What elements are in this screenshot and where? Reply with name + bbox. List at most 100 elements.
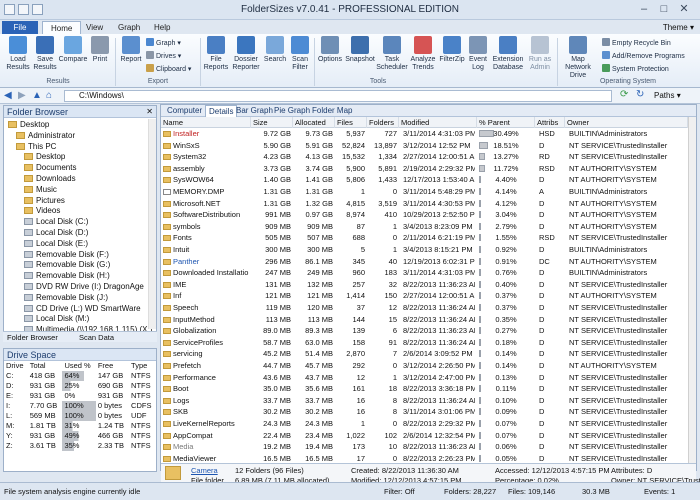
tree-item[interactable]: Administrator bbox=[16, 131, 75, 141]
table-row[interactable]: AppCompat 22.4 MB 23.4 MB 1,022 102 2/6/2014 … bbox=[161, 430, 696, 442]
compare-button[interactable]: Compare bbox=[58, 36, 88, 64]
table-row[interactable]: Inf 121 MB 121 MB 1,414 150 2/27/2014 12:00:5… bbox=[161, 290, 696, 302]
status-events[interactable]: Events: 1 bbox=[644, 487, 675, 496]
drive-row[interactable]: Z: 3.61 TB 35% 2.33 TB NTFS bbox=[4, 441, 156, 451]
tree-scrollbar[interactable] bbox=[148, 119, 156, 329]
tab-folder-browser[interactable]: Folder Browser bbox=[7, 332, 58, 343]
table-row[interactable]: Microsoft.NET 1.31 GB 1.32 GB 4,815 3,519 3/1… bbox=[161, 198, 696, 210]
snapshot-button[interactable]: Snapshot bbox=[344, 36, 376, 64]
drive-row[interactable]: Y: 931 GB 49% 466 GB NTFS bbox=[4, 431, 156, 441]
print-button[interactable]: Print bbox=[88, 36, 112, 64]
tree-item[interactable]: Local Disk (E:) bbox=[24, 239, 88, 249]
table-row[interactable]: Panther 296 MB 86.1 MB 345 40 12/19/2013 6:02… bbox=[161, 256, 696, 268]
col-type[interactable]: Type bbox=[129, 361, 156, 371]
tree-item[interactable]: Desktop bbox=[24, 152, 65, 162]
back-icon[interactable]: ◀ bbox=[4, 90, 12, 101]
col-name[interactable]: Name bbox=[161, 117, 251, 128]
home-icon[interactable]: ⌂ bbox=[46, 90, 52, 101]
tree-item[interactable]: Documents bbox=[24, 163, 76, 173]
tab-computer[interactable]: Computer bbox=[164, 105, 205, 117]
save-results-button[interactable]: Save Results bbox=[32, 36, 58, 72]
col-folders[interactable]: Folders bbox=[367, 117, 399, 128]
table-row[interactable]: MediaViewer 16.5 MB 16.5 MB 17 0 8/22/2013 2:… bbox=[161, 453, 696, 463]
tree-item[interactable]: Removable Disk (G:) bbox=[24, 260, 110, 270]
tab-folder-map[interactable]: Folder Map bbox=[309, 105, 355, 117]
search-button[interactable]: Search bbox=[262, 36, 288, 64]
table-row[interactable]: ServiceProfiles 58.7 MB 63.0 MB 158 91 8/22/2… bbox=[161, 337, 696, 349]
maximize-icon[interactable]: □ bbox=[657, 2, 671, 16]
col-attribs[interactable]: Attribs bbox=[535, 117, 565, 128]
task-scheduler-button[interactable]: Task Scheduler bbox=[376, 36, 408, 72]
col-files[interactable]: Files bbox=[335, 117, 367, 128]
table-row[interactable]: InputMethod 113 MB 113 MB 144 15 8/22/2013 11… bbox=[161, 314, 696, 326]
analyze-trends-button[interactable]: Analyze Trends bbox=[408, 36, 438, 72]
event-log-button[interactable]: Event Log bbox=[466, 36, 490, 72]
table-row[interactable]: WinSxS 5.90 GB 5.91 GB 52,824 13,897 3/12/201… bbox=[161, 140, 696, 152]
table-row[interactable]: Downloaded Installations 247 MB 249 MB 960 1… bbox=[161, 267, 696, 279]
tree-item[interactable]: DVD RW Drive (I:) DragonAge bbox=[24, 282, 144, 292]
graph-button[interactable]: Graph ▾ bbox=[146, 38, 181, 48]
tree-item[interactable]: Removable Disk (F:) bbox=[24, 250, 109, 260]
table-row[interactable]: IME 131 MB 132 MB 257 32 8/22/2013 11:36:23 A… bbox=[161, 279, 696, 291]
drive-row[interactable]: D: 931 GB 25% 690 GB NTFS bbox=[4, 381, 156, 391]
paths-button[interactable]: Paths ▾ bbox=[654, 91, 681, 100]
tab-scan-data[interactable]: Scan Data bbox=[79, 332, 114, 343]
table-row[interactable]: Media 19.2 MB 19.4 MB 173 10 8/22/2013 11:36:… bbox=[161, 441, 696, 453]
col-used[interactable]: Used % bbox=[62, 361, 95, 371]
filterzip-button[interactable]: FilterZip bbox=[438, 36, 466, 64]
detail-name[interactable]: Camera bbox=[191, 466, 218, 475]
drive-row[interactable]: L: 569 MB 100% 0 bytes UDF bbox=[4, 411, 156, 421]
up-icon[interactable]: ▲ bbox=[32, 90, 42, 101]
table-row[interactable]: System32 4.23 GB 4.13 GB 15,532 1,334 2/27/20… bbox=[161, 151, 696, 163]
col-free[interactable]: Free bbox=[96, 361, 129, 371]
run-as-admin-button[interactable]: Run as Admin bbox=[526, 36, 554, 72]
empty-recycle-bin-button[interactable]: Empty Recycle Bin bbox=[602, 38, 671, 48]
table-row[interactable]: Intuit 300 MB 300 MB 5 1 3/4/2013 8:15:21 PM 0… bbox=[161, 244, 696, 256]
table-row[interactable]: Performance 43.6 MB 43.7 MB 12 1 3/12/2014 2:… bbox=[161, 372, 696, 384]
col-drive[interactable]: Drive bbox=[4, 361, 28, 371]
col-allocated[interactable]: Allocated bbox=[293, 117, 335, 128]
tree-item[interactable]: Music bbox=[24, 185, 57, 195]
table-row[interactable]: MEMORY.DMP 1.31 GB 1.31 GB 1 0 3/11/2014 5:48… bbox=[161, 186, 696, 198]
table-row[interactable]: SysWOW64 1.40 GB 1.41 GB 5,806 1,433 12/17/20… bbox=[161, 174, 696, 186]
options-button[interactable]: Options bbox=[316, 36, 344, 64]
col-percent-parent[interactable]: % Parent bbox=[477, 117, 535, 128]
table-row[interactable]: Logs 33.7 MB 33.7 MB 16 8 8/22/2013 11:36:24 … bbox=[161, 395, 696, 407]
tab-pie-graph[interactable]: Pie Graph bbox=[271, 105, 313, 117]
scan-icon[interactable]: ↻ bbox=[636, 89, 644, 100]
add-remove-programs-button[interactable]: Add/Remove Programs bbox=[602, 51, 685, 61]
status-filter[interactable]: Filter: Off bbox=[384, 487, 415, 496]
drive-row[interactable]: I: 7.70 GB 100% 0 bytes CDFS bbox=[4, 401, 156, 411]
system-protection-button[interactable]: System Protection bbox=[602, 64, 669, 74]
table-row[interactable]: LiveKernelReports 24.3 MB 24.3 MB 1 0 8/22/20… bbox=[161, 418, 696, 430]
scan-filter-button[interactable]: Scan Filter bbox=[288, 36, 312, 72]
tab-help[interactable]: Help bbox=[146, 21, 178, 34]
table-row[interactable]: Speech 119 MB 120 MB 37 12 8/22/2013 11:36:24… bbox=[161, 302, 696, 314]
table-row[interactable]: Installer 9.72 GB 9.73 GB 5,937 727 3/11/2014… bbox=[161, 128, 696, 140]
table-row[interactable]: assembly 3.73 GB 3.74 GB 5,900 5,891 2/19/201… bbox=[161, 163, 696, 175]
tree-item[interactable]: Local Disk (C:) bbox=[24, 217, 88, 227]
drive-row[interactable]: M: 1.81 TB 31% 1.24 TB NTFS bbox=[4, 421, 156, 431]
forward-icon[interactable]: ▶ bbox=[18, 90, 26, 101]
table-row[interactable]: Boot 35.0 MB 35.6 MB 161 18 8/22/2013 3:36:18… bbox=[161, 383, 696, 395]
minimize-icon[interactable]: – bbox=[637, 2, 651, 16]
tree-item[interactable]: Removable Disk (J:) bbox=[24, 293, 108, 303]
grid-scrollbar[interactable] bbox=[688, 117, 696, 463]
drives-button[interactable]: Drives ▾ bbox=[146, 51, 181, 61]
tree-item[interactable]: CD Drive (L:) WD SmartWare bbox=[24, 304, 141, 314]
tree-item[interactable]: This PC bbox=[16, 142, 56, 152]
map-network-drive-button[interactable]: Map Network Drive bbox=[558, 36, 598, 80]
table-row[interactable]: Globalization 89.0 MB 89.3 MB 139 6 8/22/2013… bbox=[161, 325, 696, 337]
tab-file[interactable]: File bbox=[2, 21, 38, 34]
tree-item[interactable]: Desktop bbox=[8, 120, 49, 130]
theme-menu[interactable]: Theme ▾ bbox=[663, 21, 694, 34]
table-row[interactable]: SKB 30.2 MB 30.2 MB 16 8 3/11/2014 3:01:06 PM… bbox=[161, 406, 696, 418]
tab-view[interactable]: View bbox=[78, 21, 111, 34]
table-row[interactable]: Prefetch 44.7 MB 45.7 MB 292 0 3/12/2014 2:26… bbox=[161, 360, 696, 372]
table-row[interactable]: symbols 909 MB 909 MB 87 1 3/4/2013 8:23:09 P… bbox=[161, 221, 696, 233]
load-results-button[interactable]: Load Results bbox=[4, 36, 32, 72]
dossier-reporter-button[interactable]: Dossier Reporter bbox=[230, 36, 262, 72]
table-row[interactable]: servicing 45.2 MB 51.4 MB 2,870 7 2/6/2014 3:… bbox=[161, 348, 696, 360]
refresh-icon[interactable]: ⟳ bbox=[620, 89, 628, 100]
tree-item[interactable]: Videos bbox=[24, 206, 60, 216]
